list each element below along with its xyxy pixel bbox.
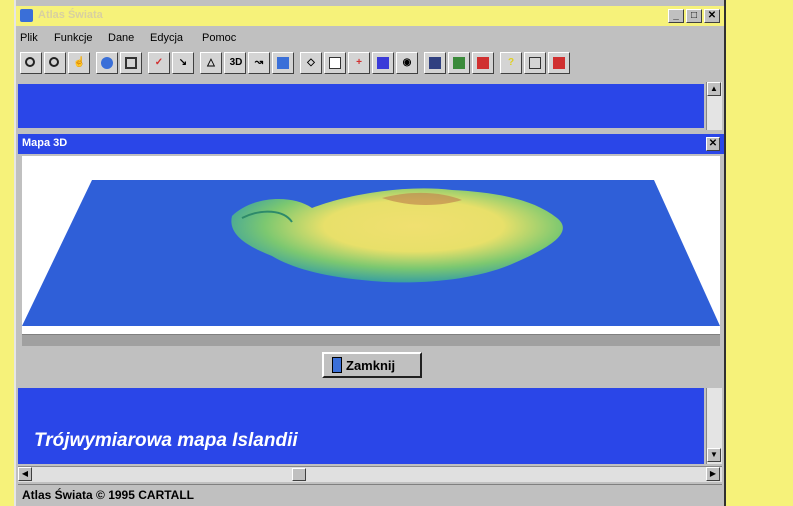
scroll-up-arrow-icon[interactable]: ▲ — [707, 82, 721, 96]
map-tool[interactable] — [448, 52, 470, 74]
iceland-3d-render — [22, 180, 720, 326]
chart-tool[interactable] — [272, 52, 294, 74]
path-tool[interactable]: ↘ — [172, 52, 194, 74]
close-button[interactable]: ✕ — [704, 9, 720, 23]
3d-tool[interactable]: 3D — [224, 52, 246, 74]
toolbar: ☝ ✓ ↘ △ 3D ↝ ◇ + ◉ ? — [18, 52, 722, 78]
window-title: Atlas Świata — [38, 9, 103, 21]
map-canvas-bottom[interactable]: Trójwymiarowa mapa Islandii — [18, 388, 704, 464]
3d-label-icon: 3D — [229, 57, 243, 68]
add-tool[interactable]: + — [348, 52, 370, 74]
camera-icon: ◉ — [402, 57, 412, 68]
scroll-left-arrow-icon[interactable]: ◀ — [18, 467, 32, 481]
menu-item-plik[interactable]: Plik — [20, 32, 38, 44]
map-3d-title-bar[interactable]: Mapa 3D ✕ — [18, 134, 724, 154]
status-bar: Atlas Świata © 1995 CARTALL — [18, 484, 722, 504]
hand-icon: ☝ — [73, 57, 86, 68]
print-tool[interactable] — [524, 52, 546, 74]
flag-icon — [477, 57, 489, 69]
map-canvas-top[interactable] — [18, 84, 704, 128]
menu-item-funkcje[interactable]: Funkcje — [54, 32, 93, 44]
map-3d-scrollbar[interactable] — [22, 334, 720, 346]
help-tool[interactable]: ? — [500, 52, 522, 74]
map-caption: Trójwymiarowa mapa Islandii — [34, 430, 298, 451]
minimize-button[interactable]: _ — [668, 9, 684, 23]
map-3d-title: Mapa 3D — [22, 137, 68, 149]
exit-tool[interactable] — [548, 52, 570, 74]
menu-item-dane[interactable]: Dane — [108, 32, 134, 44]
save-tool[interactable] — [372, 52, 394, 74]
title-bar[interactable]: Atlas Świata _ □ ✕ — [16, 6, 724, 26]
checkmark-icon: ✓ — [154, 57, 164, 68]
map-3d-view[interactable] — [22, 156, 720, 334]
globe-tool[interactable] — [96, 52, 118, 74]
flag-tool[interactable] — [472, 52, 494, 74]
magnifier-plus-icon — [25, 57, 35, 67]
printer-icon — [529, 57, 541, 69]
disk-icon — [377, 57, 389, 69]
menu-item-pomoc[interactable]: Pomoc — [202, 32, 236, 44]
vertical-scrollbar-top[interactable]: ▲ — [706, 82, 722, 130]
magnifier-minus-icon — [49, 57, 59, 67]
camera-tool[interactable]: ◉ — [396, 52, 418, 74]
vertical-scrollbar-bottom[interactable]: ▼ — [706, 388, 722, 464]
tag-icon: ◇ — [307, 57, 315, 68]
menu-bar: Plik Funkcje Dane Edycja Pomoc — [16, 30, 724, 46]
city-icon — [429, 57, 441, 69]
horizontal-scroll-thumb[interactable] — [292, 468, 306, 481]
horizontal-scrollbar[interactable]: ◀ ▶ — [18, 466, 722, 482]
check-tool[interactable]: ✓ — [148, 52, 170, 74]
zoom-in-tool[interactable] — [20, 52, 42, 74]
layers-icon — [125, 57, 137, 69]
globe-icon — [101, 57, 113, 69]
scroll-down-arrow-icon[interactable]: ▼ — [707, 448, 721, 462]
question-icon: ? — [507, 57, 515, 68]
chart-icon — [277, 57, 289, 69]
layers-tool[interactable] — [120, 52, 142, 74]
map-3d-close-icon[interactable]: ✕ — [706, 137, 720, 151]
tag-tool[interactable]: ◇ — [300, 52, 322, 74]
graph-tool[interactable]: ↝ — [248, 52, 270, 74]
bell-tool[interactable]: △ — [200, 52, 222, 74]
door-icon — [332, 357, 342, 373]
plus-icon: + — [356, 57, 362, 68]
zamknij-label: Zamknij — [346, 358, 396, 373]
hand-tool[interactable]: ☝ — [68, 52, 90, 74]
scroll-right-arrow-icon[interactable]: ▶ — [706, 467, 720, 481]
zoom-out-tool[interactable] — [44, 52, 66, 74]
map-3d-window: Mapa 3D ✕ Zamknij — [18, 134, 724, 384]
path-icon: ↘ — [178, 57, 188, 68]
bell-icon: △ — [207, 57, 215, 68]
map-icon — [453, 57, 465, 69]
status-text: Atlas Świata © 1995 CARTALL — [22, 488, 194, 502]
app-icon — [20, 9, 33, 22]
page-tool[interactable] — [324, 52, 346, 74]
graph-icon: ↝ — [254, 57, 264, 68]
city-tool[interactable] — [424, 52, 446, 74]
maximize-button[interactable]: □ — [686, 9, 702, 23]
zamknij-button[interactable]: Zamknij — [322, 352, 422, 378]
menu-item-edycja[interactable]: Edycja — [150, 32, 183, 44]
main-window: Atlas Świata _ □ ✕ Plik Funkcje Dane Edy… — [14, 0, 726, 506]
door-icon — [553, 57, 565, 69]
page-icon — [329, 57, 341, 69]
